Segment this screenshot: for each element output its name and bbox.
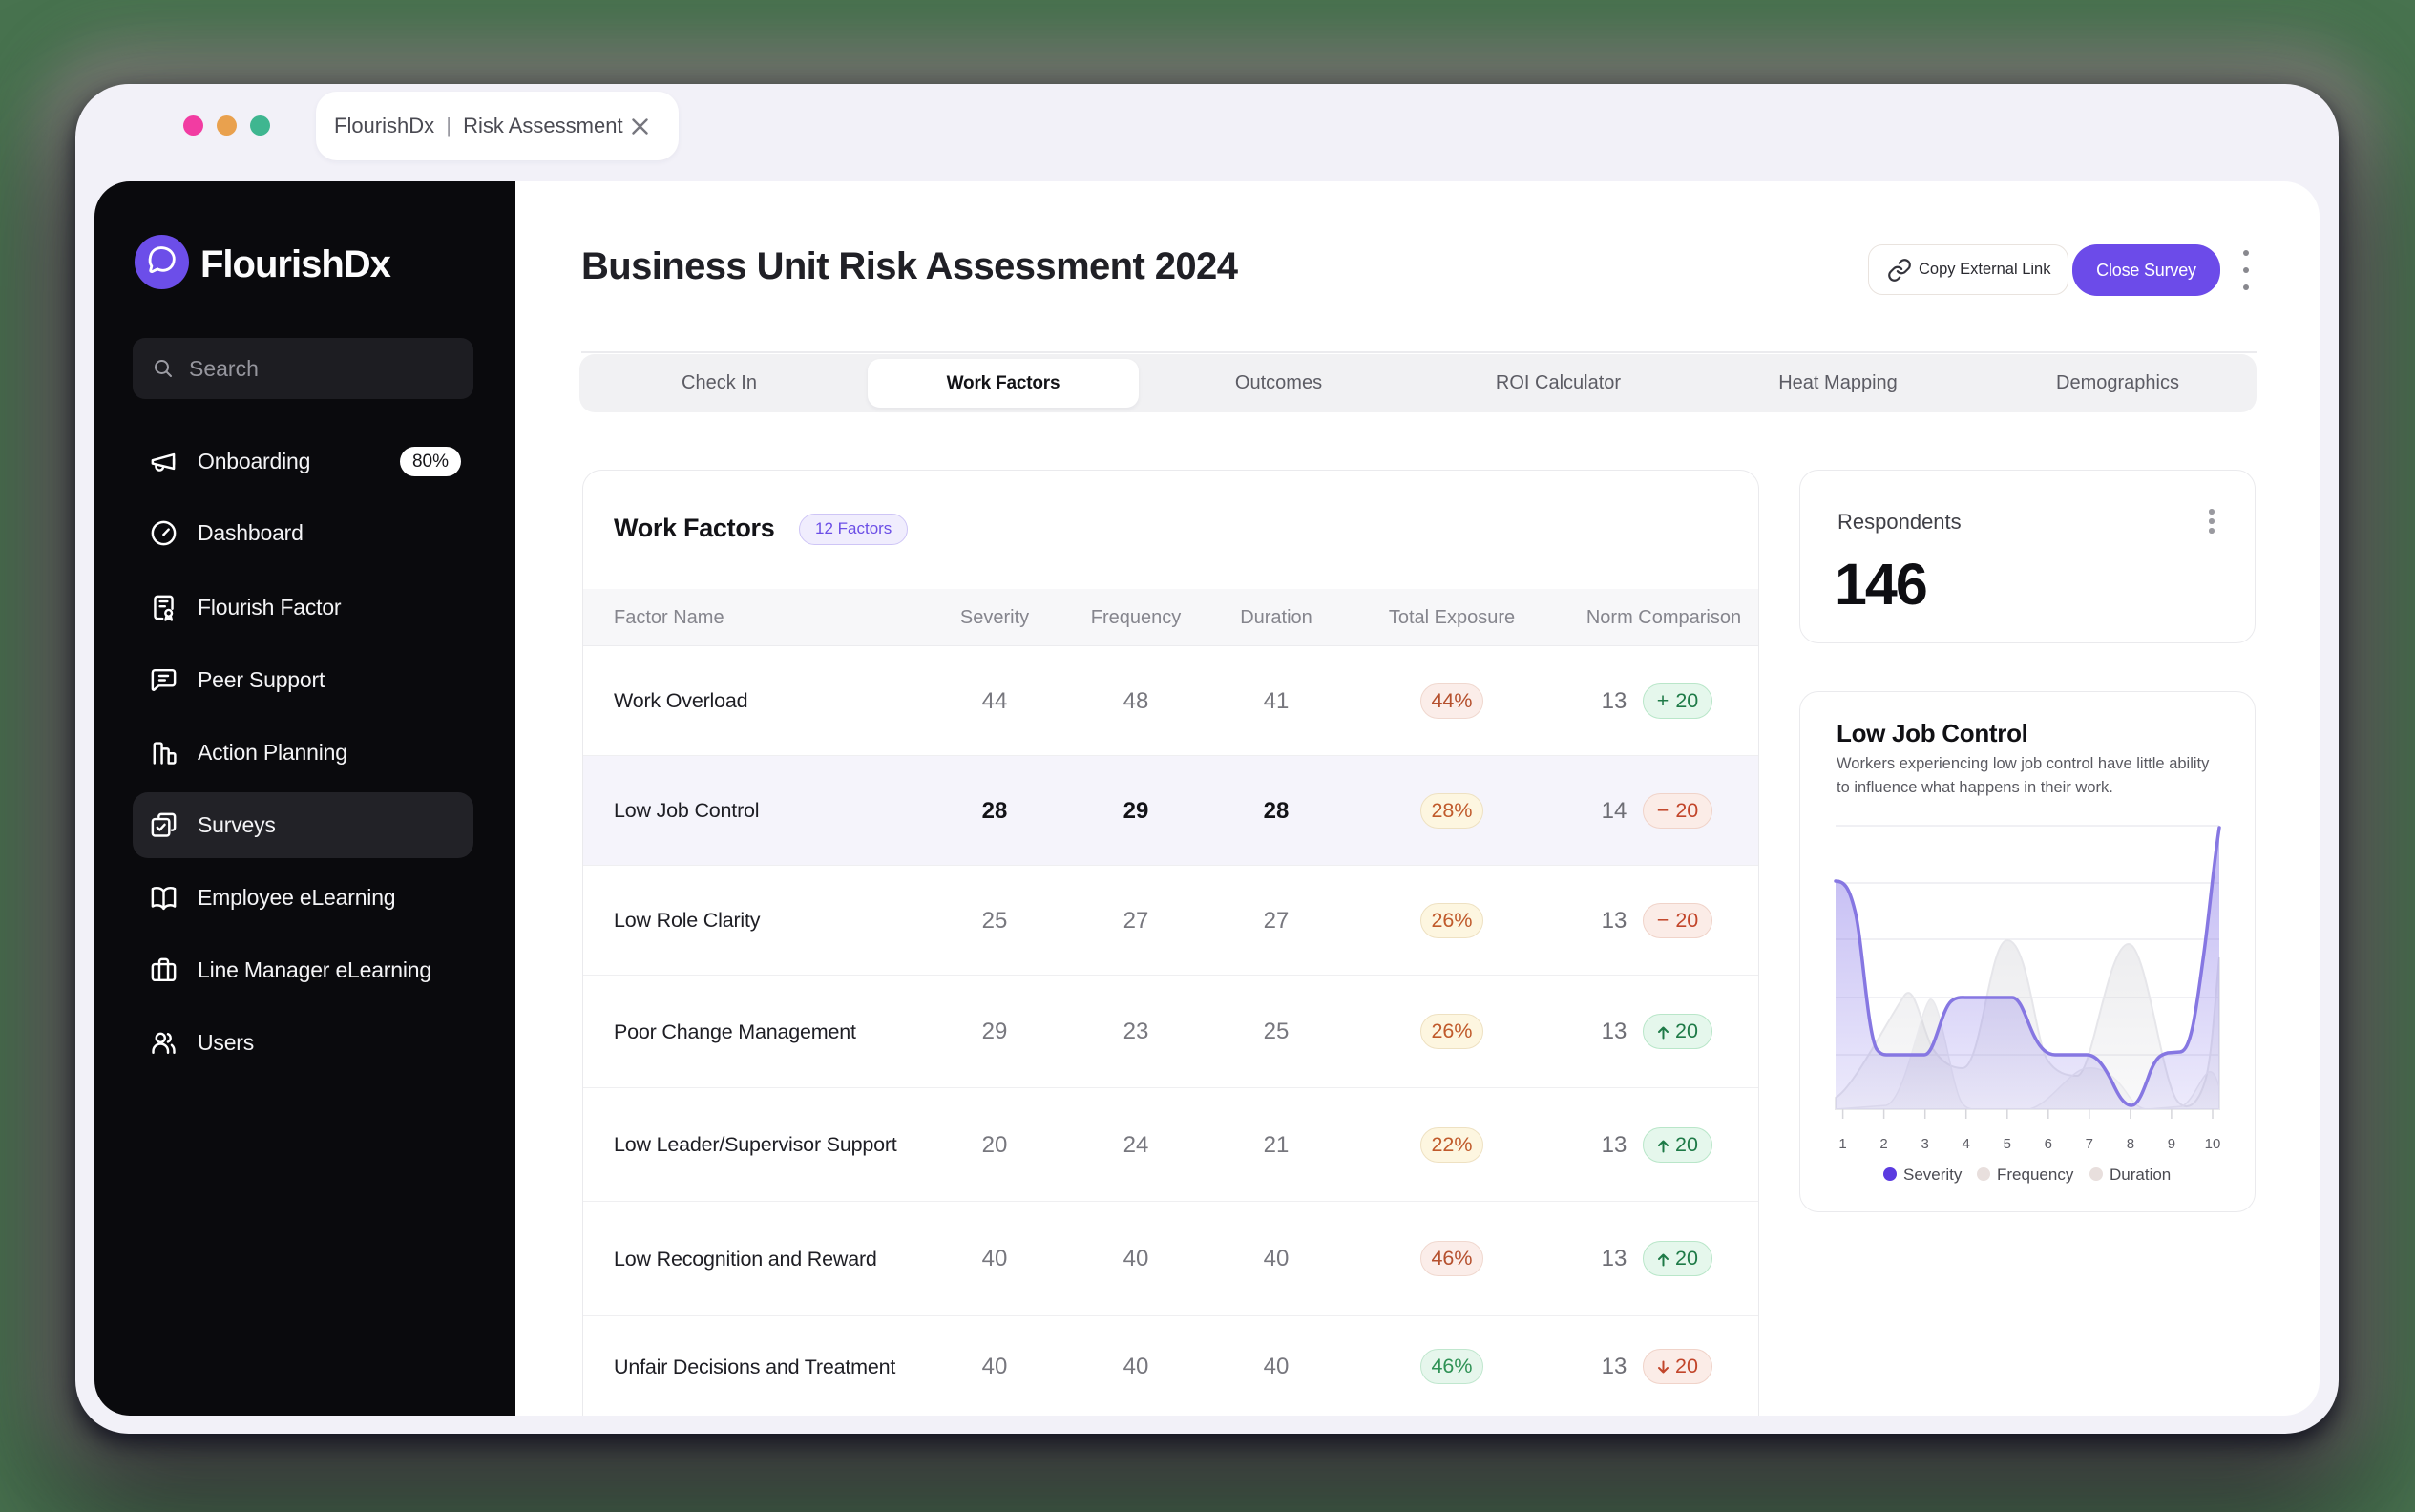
svg-text:4: 4 [1963, 1136, 1970, 1152]
svg-text:5: 5 [2004, 1136, 2011, 1152]
svg-text:1: 1 [1838, 1136, 1846, 1152]
svg-text:8: 8 [2127, 1136, 2134, 1152]
svg-text:Duration: Duration [2110, 1166, 2171, 1184]
svg-text:3: 3 [1922, 1136, 1929, 1152]
svg-text:7: 7 [2086, 1136, 2093, 1152]
svg-text:2: 2 [1880, 1136, 1887, 1152]
svg-text:9: 9 [2168, 1136, 2175, 1152]
svg-text:Frequency: Frequency [1997, 1166, 2074, 1184]
svg-text:6: 6 [2045, 1136, 2052, 1152]
svg-text:Severity: Severity [1903, 1166, 1963, 1184]
svg-text:10: 10 [2205, 1136, 2221, 1152]
